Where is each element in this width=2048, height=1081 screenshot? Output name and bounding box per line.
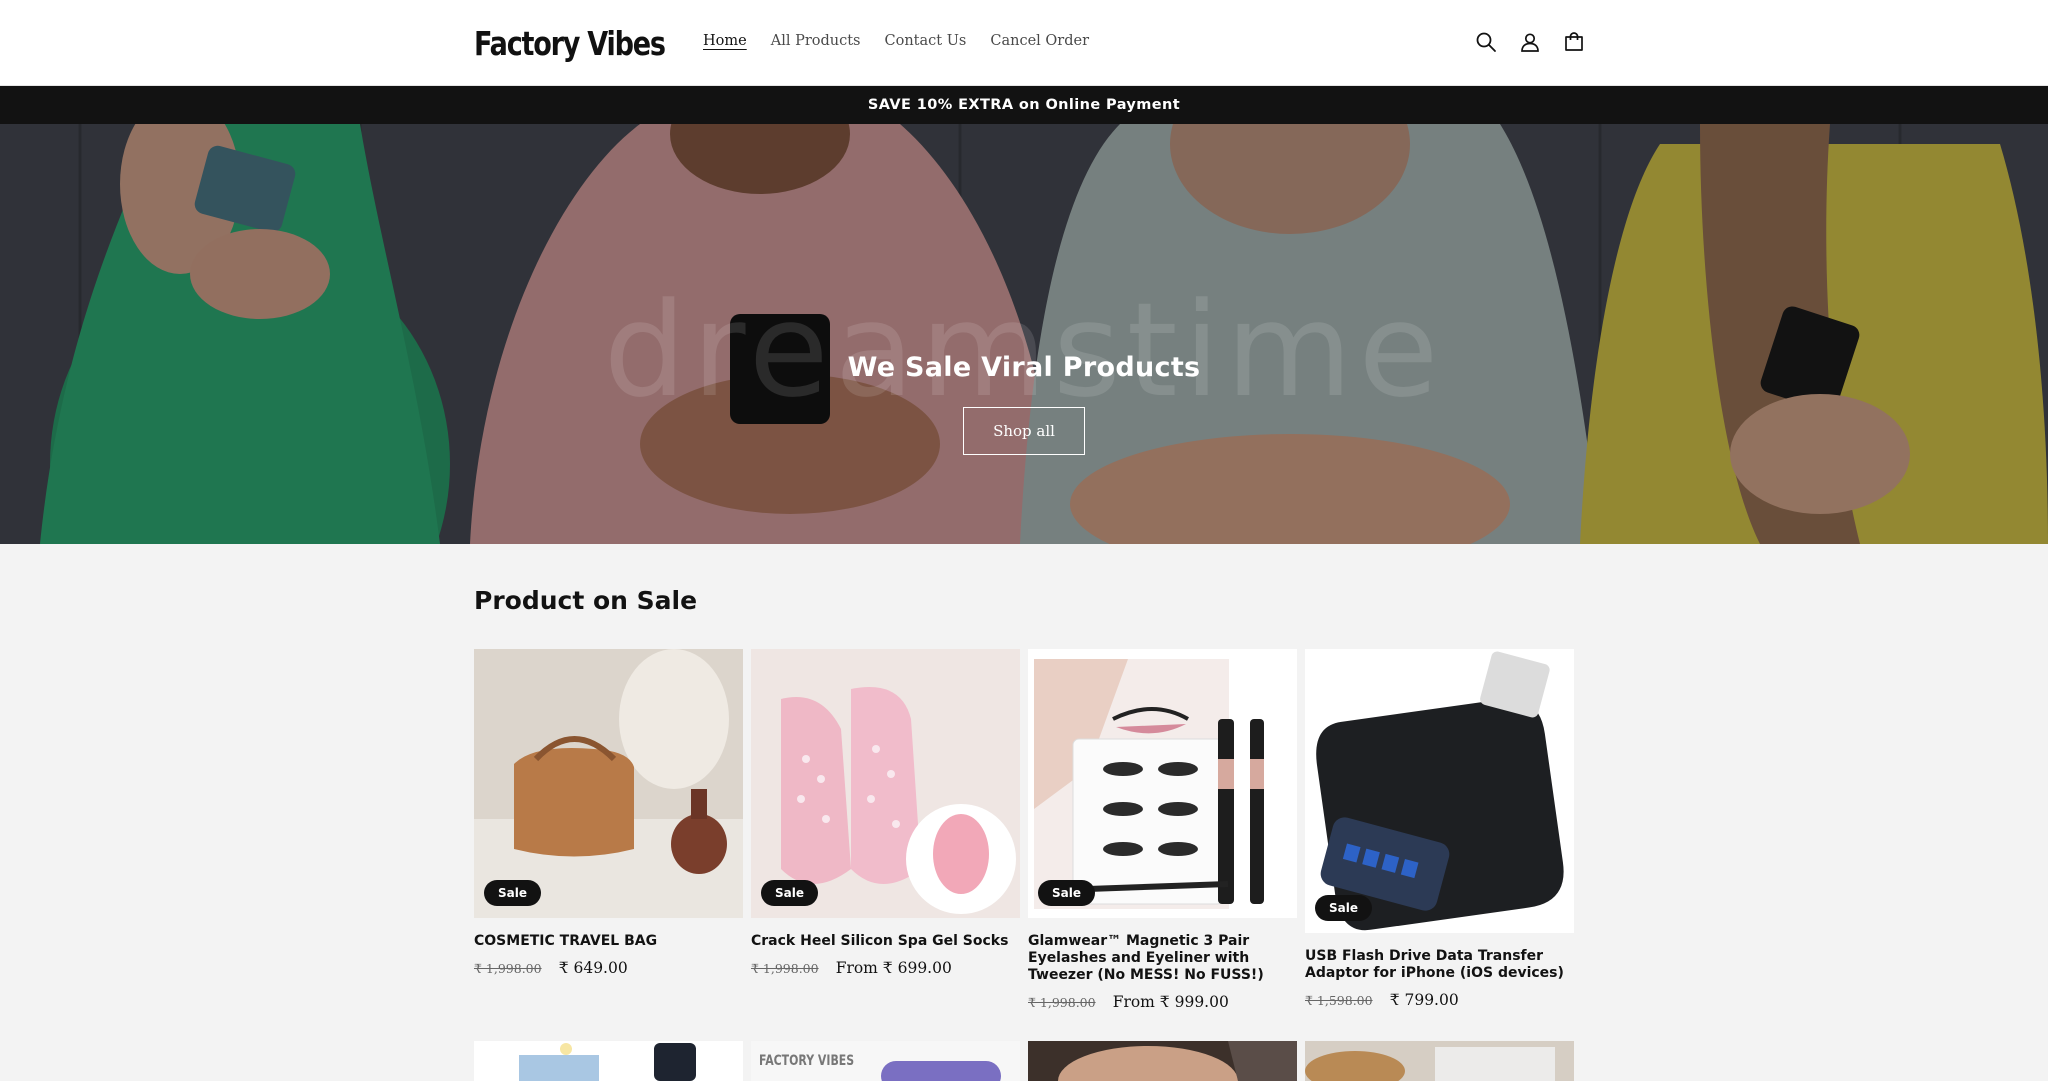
product-price: ₹ 1,998.00 From ₹ 699.00 xyxy=(751,958,952,977)
product-image[interactable] xyxy=(1028,649,1297,918)
hero-banner: dreamstime We Sale Viral Products Shop a… xyxy=(0,124,2048,544)
announcement-bar: SAVE 10% EXTRA on Online Payment xyxy=(0,86,2048,124)
hero-watermark: dreamstime xyxy=(603,274,1445,426)
product-price: ₹ 1,998.00 From ₹ 999.00 xyxy=(1028,992,1229,1011)
product-name[interactable]: COSMETIC TRAVEL BAG xyxy=(474,933,743,950)
nav-contact-us-link[interactable]: Contact Us xyxy=(885,30,967,52)
nav-cancel-order-link[interactable]: Cancel Order xyxy=(990,30,1089,52)
product-image[interactable] xyxy=(1028,1041,1297,1081)
sale-badge: Sale xyxy=(761,880,818,906)
original-price: ₹ 1,598.00 xyxy=(1305,993,1373,1008)
product-card[interactable] xyxy=(1028,1041,1297,1081)
product-card[interactable] xyxy=(474,1041,743,1081)
original-price: ₹ 1,998.00 xyxy=(1028,995,1096,1010)
product-price: ₹ 1,598.00 ₹ 799.00 xyxy=(1305,990,1459,1009)
product-name[interactable]: Glamwear™ Magnetic 3 Pair Eyelashes and … xyxy=(1028,933,1297,984)
sale-badge: Sale xyxy=(1038,880,1095,906)
search-icon[interactable] xyxy=(1474,28,1498,56)
store-logo[interactable]: Factory Vibes xyxy=(474,24,666,64)
sale-price: ₹ 649.00 xyxy=(558,959,628,977)
sale-price: From ₹ 999.00 xyxy=(1112,993,1229,1011)
product-image[interactable] xyxy=(1305,1041,1574,1081)
product-name[interactable]: Crack Heel Silicon Spa Gel Socks xyxy=(751,933,1020,950)
product-card[interactable]: FACTORY VIBES xyxy=(751,1041,1020,1081)
product-image[interactable]: FACTORY VIBES xyxy=(751,1041,1020,1081)
header-icons xyxy=(1474,28,1586,56)
product-name[interactable]: USB Flash Drive Data Transfer Adaptor fo… xyxy=(1305,948,1574,982)
original-price: ₹ 1,998.00 xyxy=(751,961,819,976)
sale-price: From ₹ 699.00 xyxy=(835,959,952,977)
hero-title: We Sale Viral Products xyxy=(847,352,1201,383)
account-icon[interactable] xyxy=(1518,28,1542,56)
section-title: Product on Sale xyxy=(474,586,698,615)
brand-logo-image: FACTORY VIBES xyxy=(759,1053,855,1069)
shop-all-button[interactable]: Shop all xyxy=(963,407,1085,455)
original-price: ₹ 1,998.00 xyxy=(474,961,542,976)
product-grid: Sale COSMETIC TRAVEL BAG ₹ 1,998.00 ₹ 64… xyxy=(474,649,1575,1081)
main-nav: Home All Products Contact Us Cancel Orde… xyxy=(703,30,1113,52)
nav-all-products-link[interactable]: All Products xyxy=(771,30,861,52)
product-card[interactable] xyxy=(1305,1041,1574,1081)
site-header: Factory Vibes Home All Products Contact … xyxy=(0,0,2048,86)
nav-home-link[interactable]: Home xyxy=(703,30,747,52)
product-image[interactable] xyxy=(474,649,743,918)
product-image[interactable] xyxy=(751,649,1020,918)
product-image[interactable] xyxy=(1305,649,1574,933)
product-price: ₹ 1,998.00 ₹ 649.00 xyxy=(474,958,628,977)
sale-badge: Sale xyxy=(1315,895,1372,921)
sale-badge: Sale xyxy=(484,880,541,906)
cart-icon[interactable] xyxy=(1562,28,1586,56)
sale-price: ₹ 799.00 xyxy=(1389,991,1459,1009)
product-image[interactable] xyxy=(474,1041,743,1081)
